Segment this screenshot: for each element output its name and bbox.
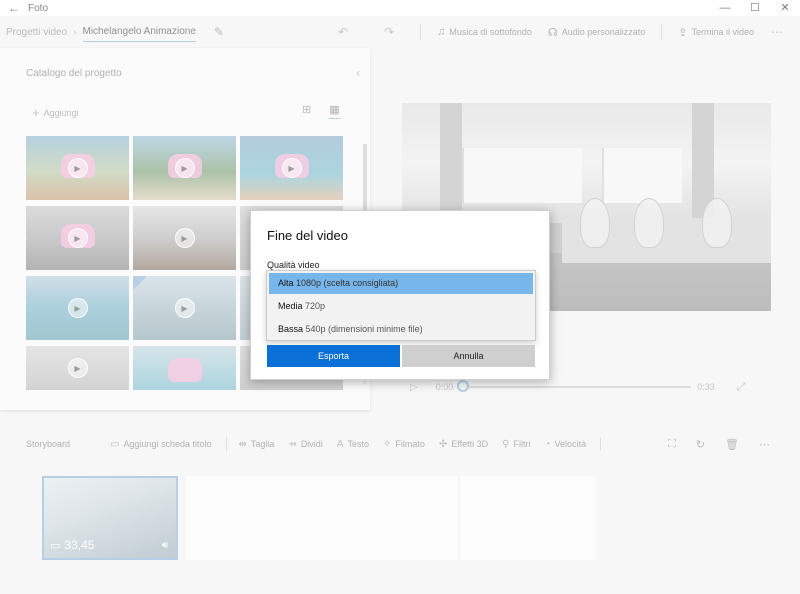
- option-detail: 720p: [305, 301, 326, 311]
- dialog-title: Fine del video: [267, 228, 348, 243]
- quality-option-low[interactable]: Bassa 540p (dimensioni minime file): [269, 319, 533, 340]
- option-name: Alta: [278, 278, 294, 288]
- option-name: Media: [278, 301, 303, 311]
- cancel-button[interactable]: Annulla: [402, 345, 535, 367]
- option-detail: 1080p (scelta consigliata): [296, 278, 399, 288]
- quality-label: Qualità video: [267, 260, 320, 270]
- finish-video-dialog: Fine del video Qualità video Alta 1080p …: [250, 210, 550, 380]
- quality-option-high[interactable]: Alta 1080p (scelta consigliata): [269, 273, 533, 294]
- quality-option-medium[interactable]: Media 720p: [269, 296, 533, 317]
- option-name: Bassa: [278, 324, 304, 334]
- quality-dropdown-list[interactable]: Alta 1080p (scelta consigliata) Media 72…: [266, 270, 536, 341]
- option-detail: 540p (dimensioni minime file): [305, 324, 423, 334]
- export-button[interactable]: Esporta: [267, 345, 400, 367]
